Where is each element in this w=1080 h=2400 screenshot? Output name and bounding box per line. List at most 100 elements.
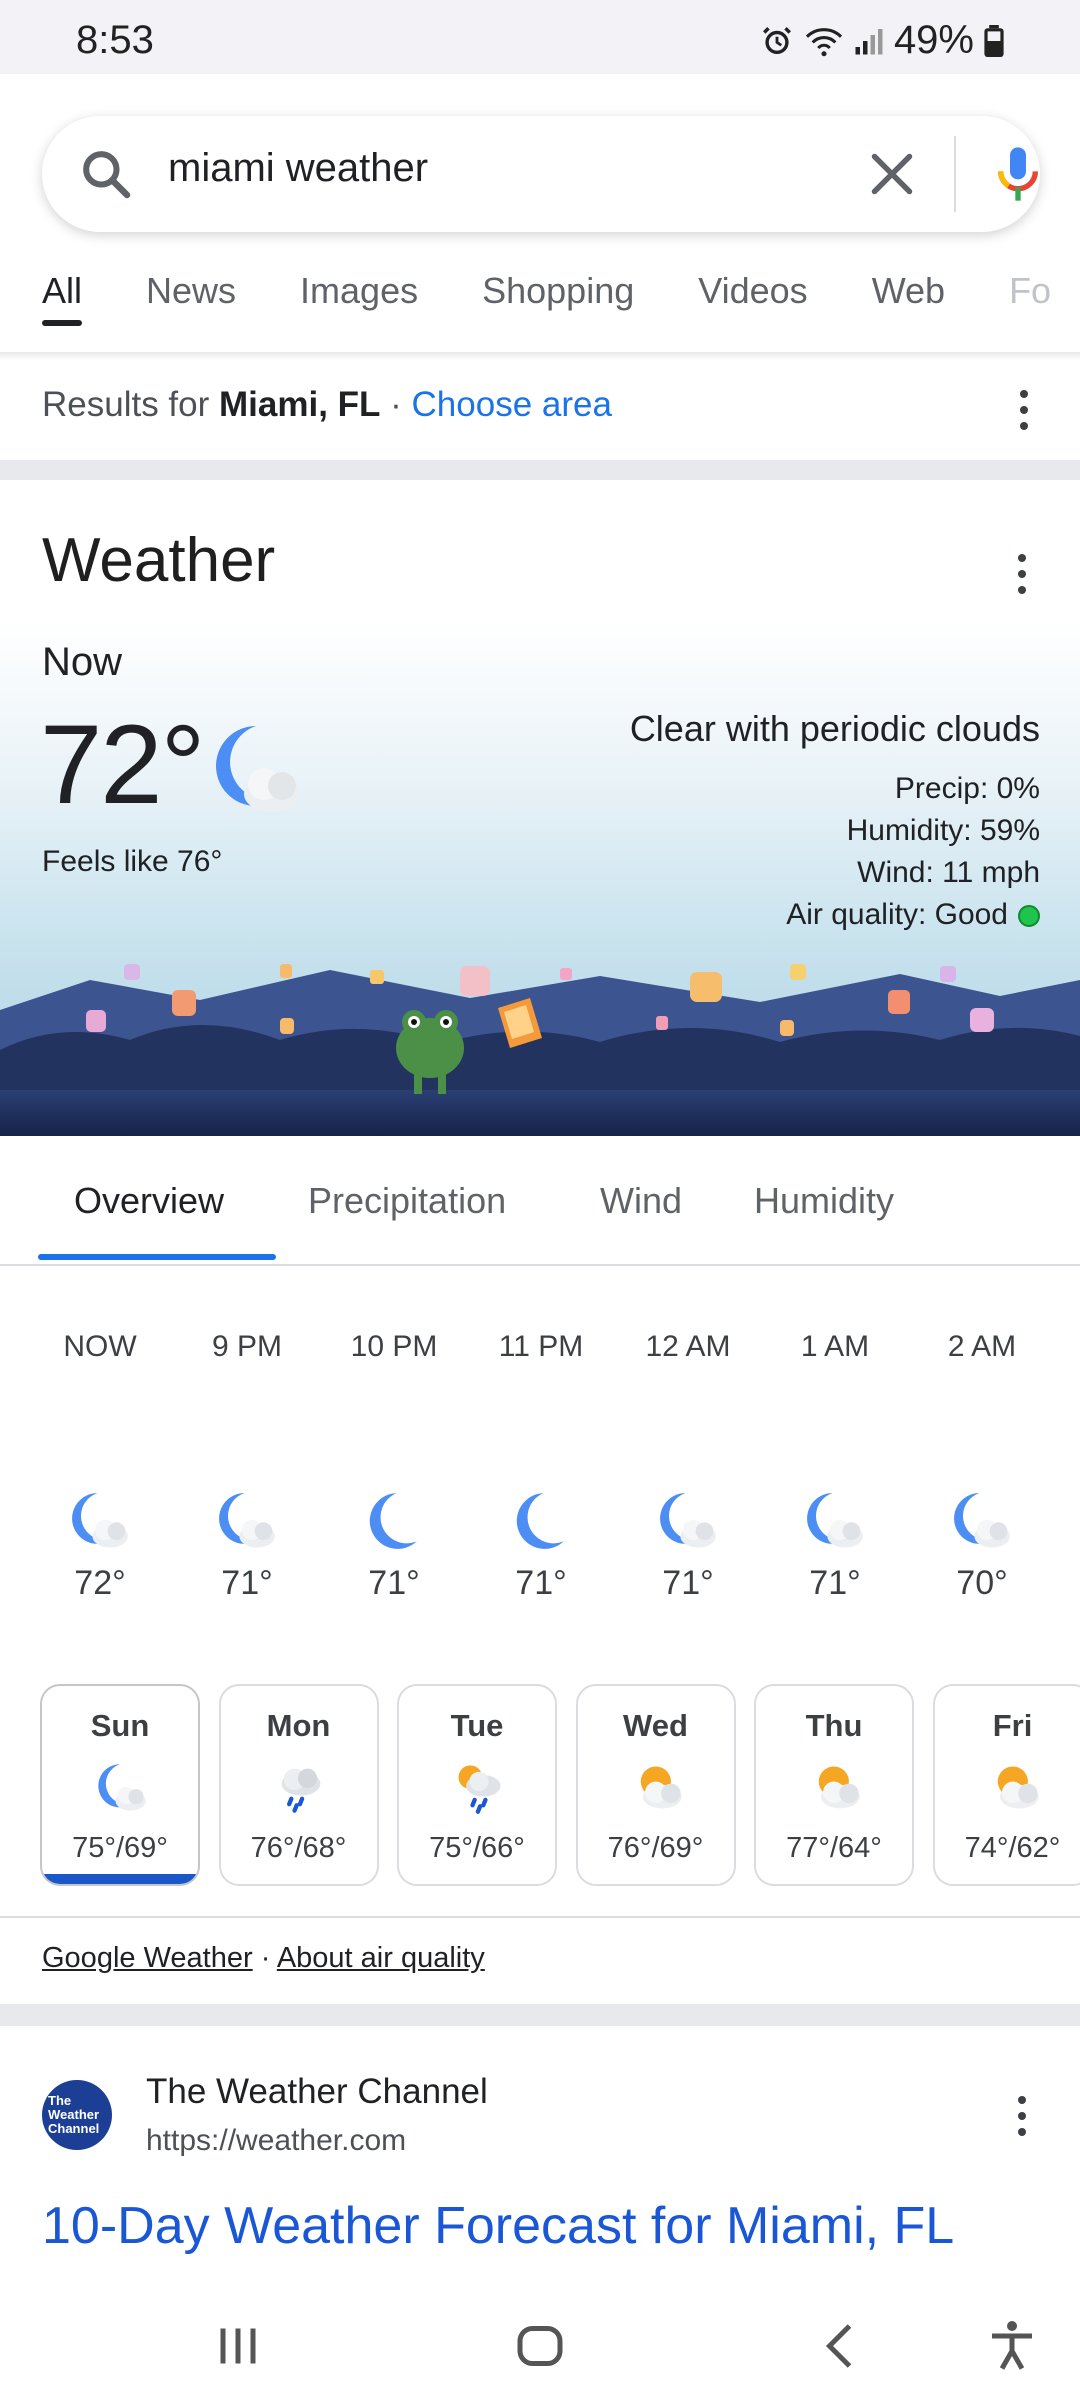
day-card-fri[interactable]: Fri 74°/62°	[932, 1684, 1080, 1886]
day-name: Sun	[90, 1708, 150, 1743]
site-url[interactable]: https://weather.com	[146, 2124, 406, 2158]
status-time: 8:53	[76, 18, 154, 62]
hour-temperature: 71°	[809, 1564, 861, 1602]
selected-day-indicator	[44, 1874, 196, 1884]
hour-time: 10 PM	[350, 1330, 438, 1363]
moon-cloud-icon	[65, 1488, 135, 1554]
hour-temperature: 71°	[221, 1564, 273, 1602]
site-logo[interactable]: The Weather Channel	[42, 2080, 112, 2150]
day-card-tue[interactable]: Tue 75°/66°	[397, 1684, 557, 1886]
humidity-value: Humidity: 59%	[846, 814, 1040, 847]
hour-time: 2 AM	[947, 1330, 1017, 1363]
hour-temperature: 71°	[515, 1564, 567, 1602]
moon-cloud-icon	[216, 726, 300, 812]
partly-cloudy-icon	[804, 1760, 868, 1816]
tab-more[interactable]: Fo	[1009, 270, 1051, 332]
day-temperatures: 76°/69°	[607, 1832, 704, 1864]
result-more-icon[interactable]	[1016, 2096, 1028, 2136]
tab-precipitation[interactable]: Precipitation	[308, 1180, 506, 1222]
day-card-wed[interactable]: Wed 76°/69°	[575, 1684, 736, 1886]
battery-icon	[984, 24, 1004, 57]
day-temperatures: 75°/69°	[72, 1832, 168, 1864]
current-temperature: 72°	[40, 702, 205, 827]
day-card-mon[interactable]: Mon 76°/68°	[218, 1684, 379, 1886]
tab-all[interactable]: All	[42, 270, 83, 332]
hour-time: 11 PM	[498, 1330, 584, 1363]
wind-value: Wind: 11 mph	[857, 856, 1040, 889]
hour-time: NOW	[63, 1330, 137, 1363]
accessibility-icon[interactable]	[982, 2316, 1042, 2376]
microphone-icon[interactable]	[986, 142, 1050, 206]
tab-web[interactable]: Web	[872, 270, 945, 332]
weather-more-icon[interactable]	[1016, 554, 1028, 594]
alarm-icon	[762, 26, 791, 54]
hour-time: 1 AM	[800, 1330, 870, 1363]
site-name[interactable]: The Weather Channel	[146, 2072, 488, 2112]
precipitation-value: Precip: 0%	[894, 772, 1040, 805]
air-quality-row[interactable]: Air quality: Good	[786, 898, 1040, 932]
partly-cloudy-icon	[983, 1760, 1047, 1816]
hour-temperature: 71°	[662, 1564, 714, 1602]
search-divider	[954, 136, 956, 212]
recent-apps-icon[interactable]	[208, 2316, 268, 2376]
section-divider	[0, 2004, 1080, 2026]
moon-cloud-icon	[90, 1760, 154, 1816]
google-weather-link[interactable]: Google Weather	[42, 1942, 253, 1974]
tab-humidity[interactable]: Humidity	[754, 1180, 894, 1222]
moon-cloud-icon	[653, 1488, 723, 1554]
day-temperatures: 74°/62°	[964, 1832, 1061, 1864]
day-card-thu[interactable]: Thu 77°/64°	[754, 1684, 914, 1886]
moon-cloud-icon	[947, 1488, 1017, 1554]
results-separator: ·	[380, 385, 412, 424]
status-icons: 49%	[760, 18, 1004, 63]
now-label: Now	[42, 640, 123, 684]
partly-cloudy-icon	[626, 1760, 690, 1816]
weather-footer-links: Google Weather · About air quality	[42, 1942, 485, 1975]
air-quality-dot	[1018, 905, 1040, 928]
search-icon[interactable]	[78, 146, 134, 202]
day-card-sun[interactable]: Sun 75°/69°	[40, 1684, 200, 1886]
result-title-link[interactable]: 10-Day Weather Forecast for Miami, FL	[42, 2196, 954, 2256]
feels-like: Feels like 76°	[42, 845, 223, 878]
weather-doodle-scene	[0, 964, 1080, 1136]
hour-temperature: 71°	[368, 1564, 420, 1602]
tab-shopping[interactable]: Shopping	[482, 270, 634, 332]
site-logo-text: The Weather Channel	[48, 2093, 100, 2136]
weather-title: Weather	[42, 526, 276, 595]
weather-condition: Clear with periodic clouds	[629, 708, 1040, 749]
moon-icon	[359, 1488, 429, 1554]
hour-temperature: 72°	[74, 1564, 126, 1602]
air-quality-value: Air quality: Good	[786, 898, 1008, 931]
day-name: Thu	[805, 1708, 863, 1743]
moon-cloud-icon	[800, 1488, 870, 1554]
results-location: Miami, FL	[219, 385, 381, 424]
day-temperatures: 77°/64°	[786, 1832, 882, 1864]
hour-time: 12 AM	[645, 1330, 731, 1363]
tabs-shadow	[0, 352, 1080, 360]
hour-time: 9 PM	[211, 1330, 283, 1363]
section-divider	[0, 460, 1080, 480]
tab-overview[interactable]: Overview	[74, 1180, 224, 1222]
subtab-indicator	[38, 1254, 276, 1260]
signal-icon	[855, 28, 883, 54]
tab-images[interactable]: Images	[300, 270, 418, 332]
results-prefix: Results for	[42, 385, 219, 424]
rain-cloud-icon	[269, 1760, 333, 1816]
search-input[interactable]: miami weather	[168, 146, 428, 191]
battery-percent: 49%	[893, 18, 974, 62]
back-icon[interactable]	[812, 2316, 872, 2376]
day-temperatures: 75°/66°	[429, 1832, 525, 1864]
search-bar[interactable]: miami weather	[42, 116, 1040, 232]
tab-videos[interactable]: Videos	[698, 270, 807, 332]
divider	[0, 1916, 1080, 1918]
weather-subtabs: Overview Precipitation Wind Humidity	[0, 1160, 1080, 1266]
search-tabs: All News Images Shopping Videos Web Fo	[0, 270, 1080, 354]
tab-news[interactable]: News	[146, 270, 236, 332]
tab-wind[interactable]: Wind	[600, 1180, 682, 1222]
about-air-quality-link[interactable]: About air quality	[277, 1942, 485, 1974]
close-icon[interactable]	[862, 144, 922, 204]
results-more-icon[interactable]	[1018, 390, 1030, 430]
day-name: Tue	[450, 1708, 504, 1743]
home-icon[interactable]	[510, 2316, 570, 2376]
choose-area-link[interactable]: Choose area	[412, 385, 612, 424]
